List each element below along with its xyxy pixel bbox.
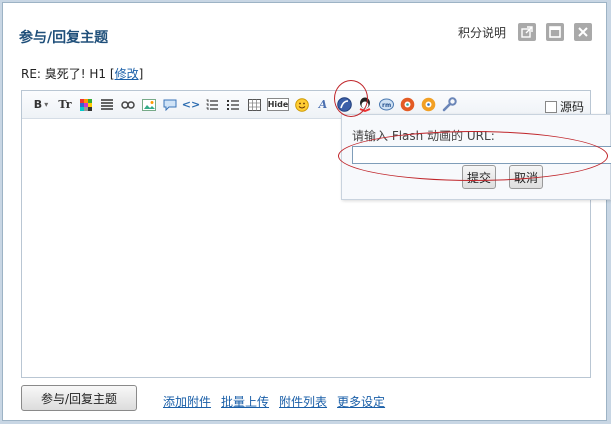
flash-url-popup: 请输入 Flash 动画的 URL: 提交 取消 bbox=[341, 114, 611, 200]
submit-flash-button[interactable]: 提交 bbox=[462, 165, 496, 189]
source-label: 源码 bbox=[559, 100, 584, 114]
media-player-icon[interactable] bbox=[399, 97, 415, 113]
points-info-link[interactable]: 积分说明 bbox=[458, 24, 506, 41]
maximize-icon[interactable] bbox=[546, 23, 564, 41]
wrench-icon[interactable] bbox=[441, 97, 457, 113]
close-icon[interactable] bbox=[574, 23, 592, 41]
add-attachment-link[interactable]: 添加附件 bbox=[163, 393, 211, 410]
popout-icon[interactable] bbox=[518, 23, 536, 41]
subject-text: RE: 臭死了! H1 [ bbox=[21, 67, 115, 81]
font-size-icon[interactable]: Tr bbox=[57, 97, 73, 113]
submit-reply-button[interactable]: 参与/回复主题 bbox=[21, 385, 137, 411]
quote-icon[interactable] bbox=[162, 97, 178, 113]
image-icon[interactable] bbox=[141, 97, 157, 113]
font-style-icon[interactable]: A bbox=[315, 97, 331, 113]
realmedia-icon[interactable]: rm bbox=[378, 97, 394, 113]
source-mode-toggle[interactable]: 源码 bbox=[544, 98, 584, 115]
subject-line: RE: 臭死了! H1 [修改] bbox=[21, 65, 143, 82]
subject-bracket-close: ] bbox=[138, 67, 144, 81]
cancel-flash-button[interactable]: 取消 bbox=[509, 165, 543, 189]
wmv-icon[interactable] bbox=[420, 97, 436, 113]
flash-url-label: 请输入 Flash 动画的 URL: bbox=[352, 129, 495, 143]
flash-url-input[interactable] bbox=[352, 146, 611, 164]
reply-dialog: 参与/回复主题 积分说明 RE: 臭死了! H1 [修改] B ▾ Tr <> … bbox=[2, 2, 607, 421]
align-icon[interactable] bbox=[99, 97, 115, 113]
edit-subject-link[interactable]: 修改 bbox=[115, 67, 139, 81]
attachment-list-link[interactable]: 附件列表 bbox=[279, 393, 327, 410]
unordered-list-icon[interactable] bbox=[225, 97, 241, 113]
batch-upload-link[interactable]: 批量上传 bbox=[221, 393, 269, 410]
color-grid-icon[interactable] bbox=[78, 97, 94, 113]
svg-text:rm: rm bbox=[382, 102, 391, 109]
hide-tag-icon[interactable]: Hide bbox=[267, 98, 289, 111]
title-actions: 积分说明 bbox=[458, 23, 592, 41]
table-icon[interactable] bbox=[246, 97, 262, 113]
dialog-title: 参与/回复主题 bbox=[19, 30, 109, 46]
smiley-icon[interactable] bbox=[294, 97, 310, 113]
link-icon[interactable] bbox=[120, 97, 136, 113]
flash-icon[interactable] bbox=[336, 97, 352, 113]
footer-links: 添加附件 批量上传 附件列表 更多设定 bbox=[163, 393, 385, 410]
code-icon[interactable]: <> bbox=[182, 97, 200, 113]
ordered-list-icon[interactable] bbox=[204, 97, 220, 113]
more-settings-link[interactable]: 更多设定 bbox=[337, 393, 385, 410]
bold-icon[interactable]: B ▾ bbox=[30, 97, 52, 113]
source-checkbox[interactable] bbox=[544, 100, 557, 113]
qq-icon[interactable] bbox=[357, 97, 373, 113]
